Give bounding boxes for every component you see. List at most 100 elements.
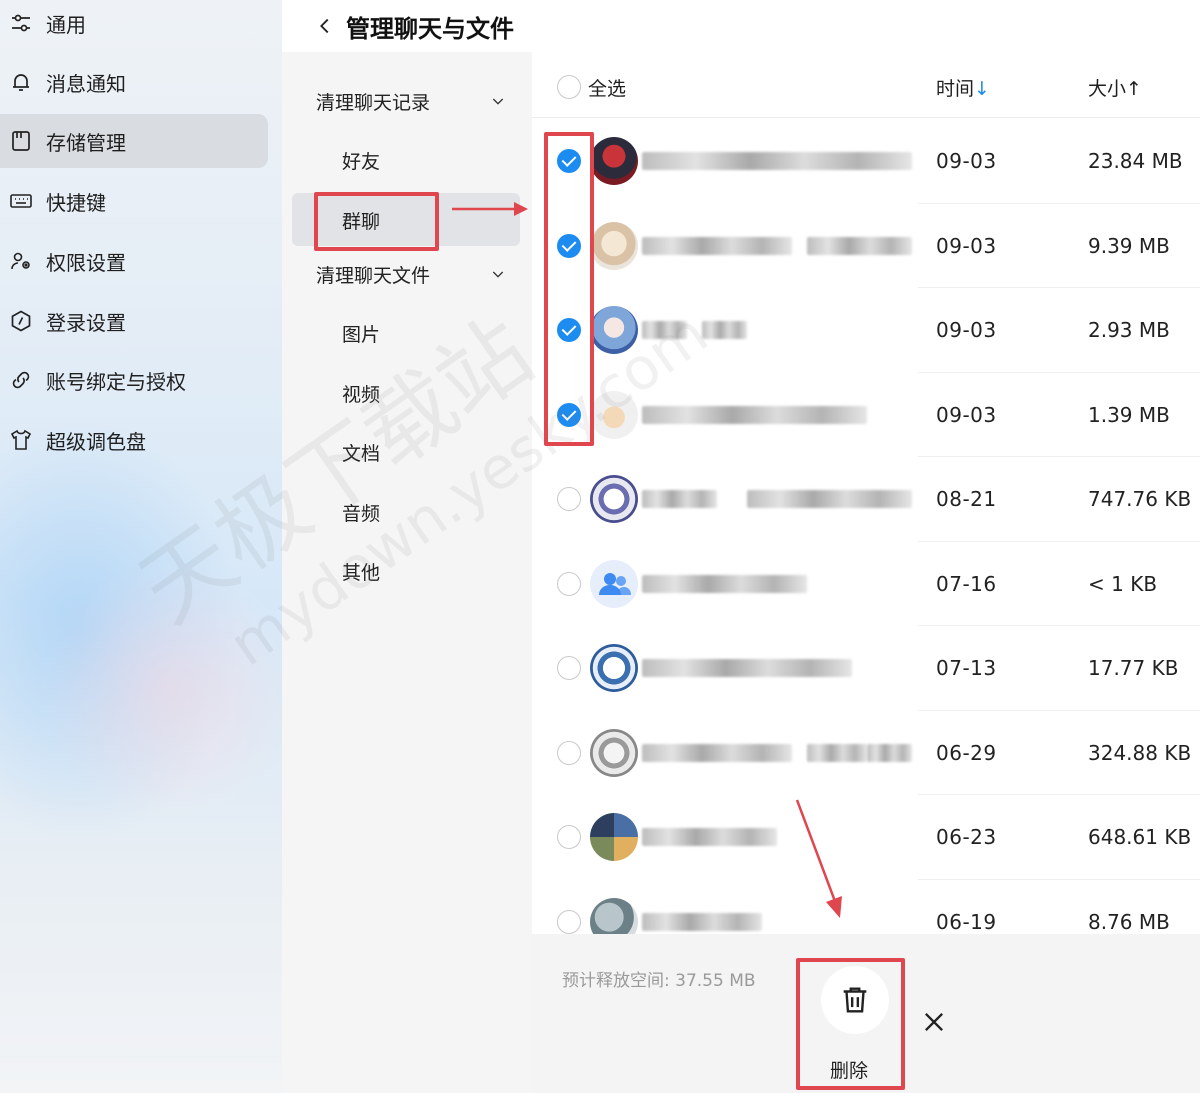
sidebar-item-label: 通用: [46, 12, 86, 37]
row-checkbox[interactable]: [557, 740, 581, 765]
group-users-icon: [599, 572, 631, 595]
row-date: 08-21: [936, 487, 997, 511]
row-date: 06-23: [936, 825, 997, 849]
sidebar-item-label: 账号绑定与授权: [46, 369, 186, 394]
group-name-redacted: [642, 828, 777, 846]
group-avatar: [590, 390, 638, 439]
group-name-redacted: [867, 743, 912, 762]
row-date: 09-03: [936, 318, 997, 342]
row-date: 09-03: [936, 149, 997, 173]
chevron-down-icon: [492, 98, 504, 105]
section-label: 清理聊天记录: [316, 91, 431, 114]
row-size: 1.39 MB: [1088, 402, 1170, 427]
storage-icon: [8, 128, 34, 154]
sidebar-item-label: 权限设置: [46, 250, 126, 275]
section-label: 清理聊天文件: [316, 264, 431, 287]
keyboard-icon: [8, 188, 34, 214]
page-header: 管理聊天与文件: [282, 0, 1200, 52]
row-size: 17.77 KB: [1088, 656, 1179, 680]
row-size: 9.39 MB: [1088, 233, 1170, 258]
row-checkbox[interactable]: [557, 909, 581, 934]
close-icon[interactable]: [920, 1008, 948, 1036]
nav-documents[interactable]: 文档: [342, 432, 380, 472]
row-size: 23.84 MB: [1088, 149, 1183, 173]
row-size: 2.93 MB: [1088, 318, 1170, 342]
sidebar-item-label: 登录设置: [46, 310, 126, 335]
select-all-label: 全选: [588, 78, 627, 100]
row-checkbox[interactable]: [557, 571, 581, 596]
back-button[interactable]: [310, 11, 340, 41]
nav-images[interactable]: 图片: [342, 313, 380, 353]
group-name-redacted: [642, 236, 792, 255]
row-checkbox[interactable]: [557, 487, 581, 511]
row-date: 09-03: [936, 402, 997, 427]
group-avatar: [590, 559, 638, 608]
group-avatar: [590, 813, 638, 861]
row-date: 07-13: [936, 656, 997, 680]
nav-friends[interactable]: 好友: [342, 140, 380, 180]
group-name-redacted: [642, 321, 687, 339]
annotation-arrow-right: [452, 202, 528, 216]
sidebar-item-label: 超级调色盘: [46, 429, 146, 454]
nav-audio[interactable]: 音频: [342, 492, 380, 532]
sidebar-item-general[interactable]: 通用: [0, 0, 268, 50]
sort-by-size[interactable]: 大小↑: [1088, 74, 1142, 101]
list-header: 全选 时间↓ 大小↑: [532, 52, 1200, 118]
row-size: 648.61 KB: [1088, 825, 1192, 849]
row-checkbox[interactable]: [557, 825, 581, 849]
group-avatar: [590, 221, 638, 270]
section-clean-chat-history[interactable]: 清理聊天记录: [316, 81, 506, 121]
group-name-redacted: [642, 659, 852, 677]
row-date: 06-19: [936, 909, 997, 934]
chat-row[interactable]: 06-29 324.88 KB: [532, 711, 1200, 795]
group-name-redacted: [807, 236, 912, 255]
sidebar-item-account-binding[interactable]: 账号绑定与授权: [0, 353, 268, 407]
users-icon: [8, 248, 34, 274]
sidebar-item-palette[interactable]: 超级调色盘: [0, 413, 268, 467]
group-name-redacted: [702, 321, 747, 339]
annotation-box-checked-items: [544, 132, 594, 446]
row-date: 09-03: [936, 233, 997, 258]
app-window: 通用 消息通知 存储管理 快捷键 权限设置 登录设置 账号绑定与授权 超级调色盘…: [0, 0, 1200, 1093]
group-avatar: [590, 644, 638, 692]
shield-icon: [8, 308, 34, 334]
chat-row[interactable]: 06-23 648.61 KB: [532, 795, 1200, 880]
group-name-redacted: [642, 152, 912, 170]
sort-by-time[interactable]: 时间↓: [936, 74, 990, 101]
chat-row[interactable]: 09-03 2.93 MB: [532, 288, 1200, 373]
group-name-redacted: [642, 574, 807, 593]
chat-row[interactable]: 07-16 < 1 KB: [532, 542, 1200, 626]
chat-row[interactable]: 07-13 17.77 KB: [532, 626, 1200, 711]
annotation-box-groups: [314, 192, 439, 251]
select-all-checkbox[interactable]: [557, 75, 581, 99]
sidebar-item-storage[interactable]: 存储管理: [0, 114, 268, 168]
row-checkbox[interactable]: [557, 656, 581, 680]
sidebar-item-label: 快捷键: [46, 190, 106, 215]
nav-videos[interactable]: 视频: [342, 373, 380, 413]
sidebar-item-shortcuts[interactable]: 快捷键: [0, 174, 268, 228]
nav-label: 图片: [342, 323, 381, 346]
group-name-redacted: [747, 490, 912, 508]
chat-row[interactable]: 09-03 9.39 MB: [532, 204, 1200, 288]
row-size: 747.76 KB: [1088, 487, 1192, 511]
row-date: 07-16: [936, 571, 997, 596]
group-name-redacted: [807, 743, 867, 762]
sort-desc-arrow-icon: ↓: [974, 78, 990, 100]
group-name-redacted: [642, 405, 867, 424]
tshirt-icon: [8, 427, 34, 453]
page-title: 管理聊天与文件: [346, 14, 514, 43]
sidebar-item-notifications[interactable]: 消息通知: [0, 55, 268, 109]
nav-label: 文档: [342, 442, 381, 465]
row-size: 324.88 KB: [1088, 740, 1192, 765]
chat-row[interactable]: 08-21 747.76 KB: [532, 457, 1200, 542]
row-date: 06-29: [936, 740, 997, 765]
nav-others[interactable]: 其他: [342, 551, 380, 591]
sidebar-item-permissions[interactable]: 权限设置: [0, 234, 268, 288]
sidebar-item-login[interactable]: 登录设置: [0, 294, 268, 348]
chat-row[interactable]: 09-03 1.39 MB: [532, 373, 1200, 457]
settings-sidebar: 通用 消息通知 存储管理 快捷键 权限设置 登录设置 账号绑定与授权 超级调色盘: [0, 0, 282, 1093]
group-avatar: [590, 306, 638, 354]
chat-row[interactable]: 09-03 23.84 MB: [532, 119, 1200, 204]
section-clean-chat-files[interactable]: 清理聊天文件: [316, 254, 506, 294]
nav-label: 视频: [342, 383, 381, 406]
